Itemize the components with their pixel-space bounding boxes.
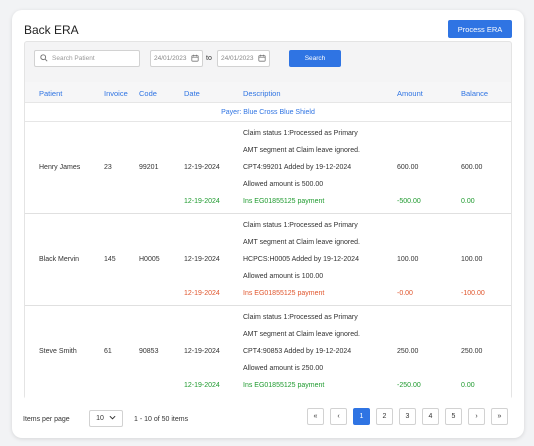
payment-description: Ins EG01855125 payment	[243, 198, 325, 205]
patient-name: Black Mervin	[39, 256, 80, 263]
payment-amount: -500.00	[397, 198, 421, 205]
page-button-5[interactable]: 5	[445, 408, 462, 425]
table-row[interactable]: Claim status 1:Processed as Primary AMT …	[25, 214, 511, 306]
back-era-card: Back ERA Process ERA 24/01/2023 to 24/01…	[12, 10, 524, 438]
description-line: HCPCS:H0005 Added by 19-12-2024	[243, 256, 359, 263]
items-range-text: 1 - 10 of 50 items	[134, 416, 189, 423]
date-to-value: 24/01/2023	[221, 55, 254, 62]
description-line: Claim status 1:Processed as Primary	[243, 130, 358, 137]
previous-page-button[interactable]: ‹	[330, 408, 347, 425]
calendar-icon[interactable]	[258, 54, 266, 64]
header-date[interactable]: Date	[184, 89, 200, 98]
payment-date: 12-19-2024	[184, 290, 220, 297]
description-line: CPT4:99201 Added by 19-12-2024	[243, 164, 352, 171]
payment-amount: -250.00	[397, 382, 421, 389]
header-patient[interactable]: Patient	[39, 89, 62, 98]
procedure-code: 90853	[139, 348, 159, 355]
service-date: 12-19-2024	[184, 164, 220, 171]
header-invoice[interactable]: Invoice	[104, 89, 128, 98]
invoice-number: 145	[104, 256, 116, 263]
description-line: Claim status 1:Processed as Primary	[243, 222, 358, 229]
page-title: Back ERA	[24, 23, 79, 37]
payment-balance: 0.00	[461, 382, 475, 389]
page-button-4[interactable]: 4	[422, 408, 439, 425]
balance-value: 250.00	[461, 348, 483, 355]
header-description[interactable]: Description	[243, 89, 281, 98]
payment-balance: -100.00	[461, 290, 485, 297]
search-icon	[40, 53, 48, 64]
items-per-page-select[interactable]: 10	[89, 410, 123, 427]
payment-date: 12-19-2024	[184, 198, 220, 205]
amount-value: 100.00	[397, 256, 419, 263]
payment-date: 12-19-2024	[184, 382, 220, 389]
description-line: AMT segment at Claim leave ignored.	[243, 147, 360, 154]
search-patient-input[interactable]	[52, 55, 132, 62]
date-from-value: 24/01/2023	[154, 55, 187, 62]
header-amount[interactable]: Amount	[397, 89, 423, 98]
payment-amount: -0.00	[397, 290, 413, 297]
first-page-button[interactable]: «	[307, 408, 324, 425]
description-line: Claim status 1:Processed as Primary	[243, 314, 358, 321]
page-button-1[interactable]: 1	[353, 408, 370, 425]
description-line: AMT segment at Claim leave ignored.	[243, 331, 360, 338]
procedure-code: 99201	[139, 164, 159, 171]
next-page-button[interactable]: ›	[468, 408, 485, 425]
date-from-field[interactable]: 24/01/2023	[150, 50, 203, 67]
search-patient-field[interactable]	[34, 50, 140, 67]
balance-value: 600.00	[461, 164, 483, 171]
description-line: Allowed amount is 500.00	[243, 181, 324, 188]
process-era-button[interactable]: Process ERA	[448, 20, 512, 38]
last-page-button[interactable]: »	[491, 408, 508, 425]
table-row[interactable]: Claim status 1:Processed as Primary AMT …	[25, 306, 511, 400]
pagination-bar: Items per page 10 1 - 10 of 50 items « ‹…	[12, 405, 524, 435]
description-line: AMT segment at Claim leave ignored.	[243, 239, 360, 246]
table-row[interactable]: Claim status 1:Processed as Primary AMT …	[25, 122, 511, 214]
amount-value: 250.00	[397, 348, 419, 355]
balance-value: 100.00	[461, 256, 483, 263]
page-button-2[interactable]: 2	[376, 408, 393, 425]
amount-value: 600.00	[397, 164, 419, 171]
search-button[interactable]: Search	[289, 50, 341, 67]
header-code[interactable]: Code	[139, 89, 157, 98]
invoice-number: 23	[104, 164, 112, 171]
service-date: 12-19-2024	[184, 256, 220, 263]
patient-name: Steve Smith	[39, 348, 77, 355]
payment-description: Ins EG01855125 payment	[243, 382, 325, 389]
page-button-3[interactable]: 3	[399, 408, 416, 425]
patient-name: Henry James	[39, 164, 81, 171]
date-to-field[interactable]: 24/01/2023	[217, 50, 270, 67]
table-header: Patient Invoice Code Date Description Am…	[25, 82, 511, 103]
procedure-code: H0005	[139, 256, 160, 263]
chevron-down-icon	[109, 415, 116, 422]
description-line: Allowed amount is 250.00	[243, 365, 324, 372]
payer-label: Payer: Blue Cross Blue Shield	[25, 103, 511, 122]
payment-balance: 0.00	[461, 198, 475, 205]
header-balance[interactable]: Balance	[461, 89, 488, 98]
calendar-icon[interactable]	[191, 54, 199, 64]
description-line: CPT4:90853 Added by 19-12-2024	[243, 348, 352, 355]
era-panel: 24/01/2023 to 24/01/2023 Search Patient …	[24, 41, 512, 400]
items-per-page-label: Items per page	[23, 416, 70, 423]
date-range-separator: to	[206, 55, 212, 62]
items-per-page-value: 10	[96, 415, 104, 422]
service-date: 12-19-2024	[184, 348, 220, 355]
invoice-number: 61	[104, 348, 112, 355]
filter-bar: 24/01/2023 to 24/01/2023 Search	[25, 42, 511, 82]
payment-description: Ins EG01855125 payment	[243, 290, 325, 297]
description-line: Allowed amount is 100.00	[243, 273, 324, 280]
